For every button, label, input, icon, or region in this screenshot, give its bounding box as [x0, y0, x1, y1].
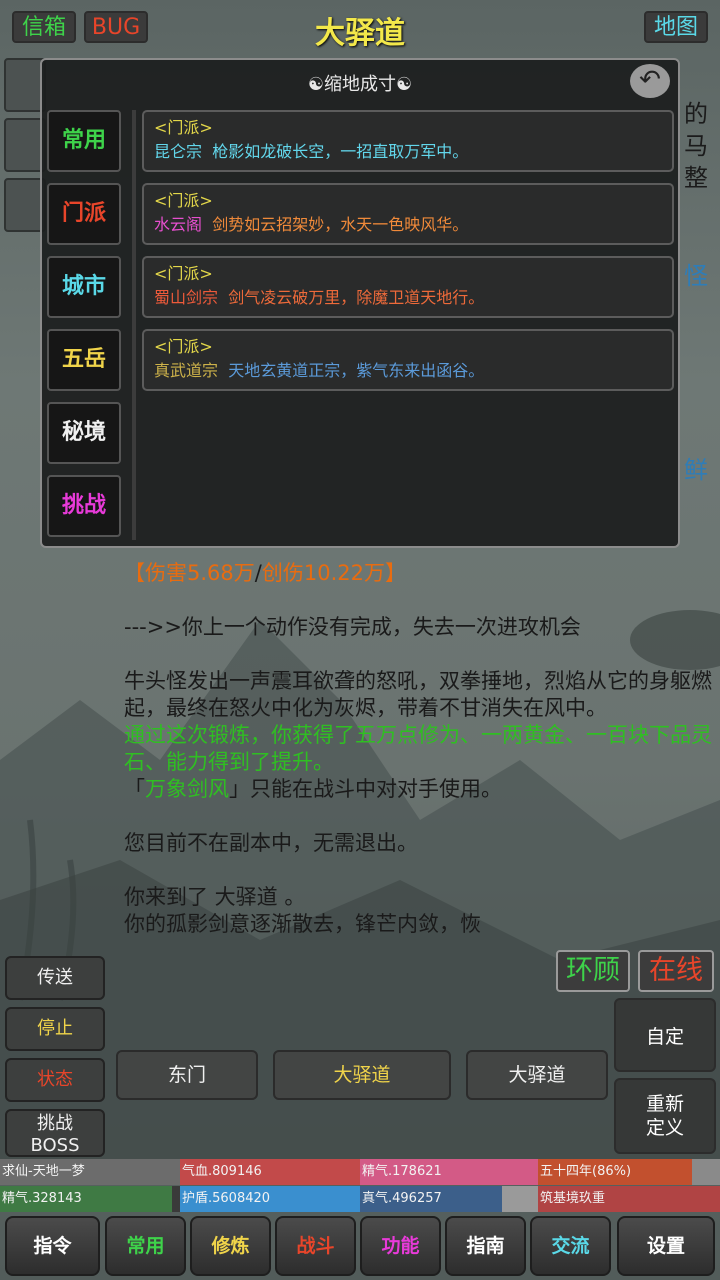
entry-name: 蜀山剑宗	[154, 288, 219, 307]
entry-tag: <门派>	[154, 118, 213, 137]
online-button[interactable]: 在线	[638, 950, 714, 992]
jingqi-bar-remainder	[172, 1186, 180, 1212]
entry-desc: 天地玄黄道正宗，紫气东来出函谷。	[228, 361, 485, 380]
panel-divider	[132, 110, 136, 540]
entry-tag: <门派>	[154, 191, 213, 210]
entry-name: 昆仑宗	[154, 142, 203, 161]
exit-east-gate[interactable]: 东门	[116, 1050, 258, 1100]
damage-line: 【伤害5.68万/创伤10.22万】	[124, 560, 714, 587]
teleport-panel: ☯缩地成寸☯ ↶ 常用 门派 城市 五岳 秘境 挑战 <门派> 昆仑宗 枪影如龙…	[40, 58, 680, 548]
bracket: 【	[124, 561, 145, 585]
tab-secret-realm[interactable]: 秘境	[47, 402, 121, 464]
tab-common[interactable]: 常用	[47, 110, 121, 172]
redefine-label-2: 定义	[645, 1117, 684, 1139]
story-fragment: 怪	[684, 262, 708, 290]
challenge-boss-button[interactable]: 挑战 BOSS	[5, 1109, 105, 1157]
teleport-button[interactable]: 传送	[5, 956, 105, 1000]
tab-sect[interactable]: 门派	[47, 183, 121, 245]
sect-entry-shuiyun[interactable]: <门派> 水云阁 剑势如云招架妙，水天一色映风华。	[142, 183, 674, 245]
nav-common[interactable]: 常用	[105, 1216, 186, 1276]
map-button[interactable]: 地图	[644, 11, 708, 43]
nav-chat[interactable]: 交流	[530, 1216, 611, 1276]
essence-bar: 精气.178621	[360, 1159, 538, 1185]
entry-desc: 剑气凌云破万里，除魔卫道天地行。	[228, 288, 485, 307]
entry-tag: <门派>	[154, 264, 213, 283]
message-log: 【伤害5.68万/创伤10.22万】 --->>你上一个动作没有完成，失去一次进…	[124, 560, 714, 938]
entry-text: 昆仑宗 枪影如龙破长空，一招直取万军中。	[154, 140, 672, 164]
entry-name: 水云阁	[154, 215, 203, 234]
redefine-button[interactable]: 重新 定义	[614, 1078, 716, 1154]
realm-bar: 筑基境玖重	[538, 1186, 720, 1212]
age-bar-remainder	[692, 1159, 720, 1185]
damage-value: 伤害5.68万	[145, 561, 255, 585]
skill-name: 万象剑风	[145, 777, 229, 801]
slash: /	[254, 561, 262, 585]
exit-road[interactable]: 大驿道	[466, 1050, 608, 1100]
entry-desc: 枪影如龙破长空，一招直取万军中。	[212, 142, 469, 161]
bracket: 「	[124, 777, 145, 801]
reward-line: 通过这次锻炼，你获得了五万点修为、一两黄金、一百块下品灵石、能力得到了提升。	[124, 723, 712, 774]
entry-text: 蜀山剑宗 剑气凌云破万里，除魔卫道天地行。	[154, 286, 672, 310]
crit-value: 创伤10.22万	[261, 561, 385, 585]
entry-desc: 剑势如云招架妙，水天一色映风华。	[212, 215, 469, 234]
entry-name: 真武道宗	[154, 361, 219, 380]
nav-function[interactable]: 功能	[360, 1216, 441, 1276]
shield-bar: 护盾.5608420	[180, 1186, 360, 1212]
arrive-line: 你来到了 大驿道 。	[124, 885, 306, 909]
boss-line: 牛头怪发出一声震耳欲聋的怒吼，双拳捶地，烈焰从它的身躯燃起，最终在怒火中化为灰烬…	[124, 669, 712, 720]
redefine-label-1: 重新	[645, 1093, 684, 1115]
jingqi-bar: 精气.328143	[0, 1186, 172, 1212]
zhenqi-bar: 真气.496257	[360, 1186, 502, 1212]
fade-line: 你的孤影剑意逐渐散去，锋芒内敛，恢	[124, 912, 481, 936]
bracket: 】	[384, 561, 406, 585]
location-title: 大驿道	[315, 16, 405, 51]
nav-command[interactable]: 指令	[5, 1216, 100, 1276]
skill-text: 」只能在战斗中对对手使用。	[229, 777, 502, 801]
nav-settings[interactable]: 设置	[617, 1216, 715, 1276]
instance-line: 您目前不在副本中，无需退出。	[124, 831, 418, 855]
entry-text: 水云阁 剑势如云招架妙，水天一色映风华。	[154, 213, 672, 237]
tab-city[interactable]: 城市	[47, 256, 121, 318]
boss-label-2: BOSS	[30, 1135, 80, 1156]
nav-cultivate[interactable]: 修炼	[190, 1216, 271, 1276]
missed-line: --->>你上一个动作没有完成，失去一次进攻机会	[124, 615, 581, 639]
back-arrow-icon[interactable]: ↶	[630, 64, 670, 98]
nav-guide[interactable]: 指南	[445, 1216, 526, 1276]
zhenqi-bar-remainder	[502, 1186, 538, 1212]
player-name-bar: 求仙-天地一梦	[0, 1159, 180, 1185]
age-bar: 五十四年(86%)	[538, 1159, 692, 1185]
boss-label-1: 挑战	[37, 1113, 73, 1134]
hp-bar: 气血.809146	[180, 1159, 360, 1185]
custom-button[interactable]: 自定	[614, 998, 716, 1072]
look-around-button[interactable]: 环顾	[556, 950, 630, 992]
story-fragment: 的	[684, 100, 708, 128]
story-fragment: 鲜	[684, 456, 708, 484]
entry-text: 真武道宗 天地玄黄道正宗，紫气东来出函谷。	[154, 359, 672, 383]
stop-button[interactable]: 停止	[5, 1007, 105, 1051]
sect-entry-kunlun[interactable]: <门派> 昆仑宗 枪影如龙破长空，一招直取万军中。	[142, 110, 674, 172]
tab-challenge[interactable]: 挑战	[47, 475, 121, 537]
sect-entry-zhenwu[interactable]: <门派> 真武道宗 天地玄黄道正宗，紫气东来出函谷。	[142, 329, 674, 391]
story-fragment: 马	[684, 132, 708, 160]
nav-battle[interactable]: 战斗	[275, 1216, 356, 1276]
tab-mountains[interactable]: 五岳	[47, 329, 121, 391]
entry-tag: <门派>	[154, 337, 213, 356]
skill-line: 「万象剑风」只能在战斗中对对手使用。	[124, 776, 714, 803]
sect-entry-shushan[interactable]: <门派> 蜀山剑宗 剑气凌云破万里，除魔卫道天地行。	[142, 256, 674, 318]
story-fragment: 整	[684, 164, 708, 192]
panel-title: ☯缩地成寸☯	[307, 74, 413, 95]
exit-current-road[interactable]: 大驿道	[273, 1050, 451, 1100]
status-button[interactable]: 状态	[5, 1058, 105, 1102]
